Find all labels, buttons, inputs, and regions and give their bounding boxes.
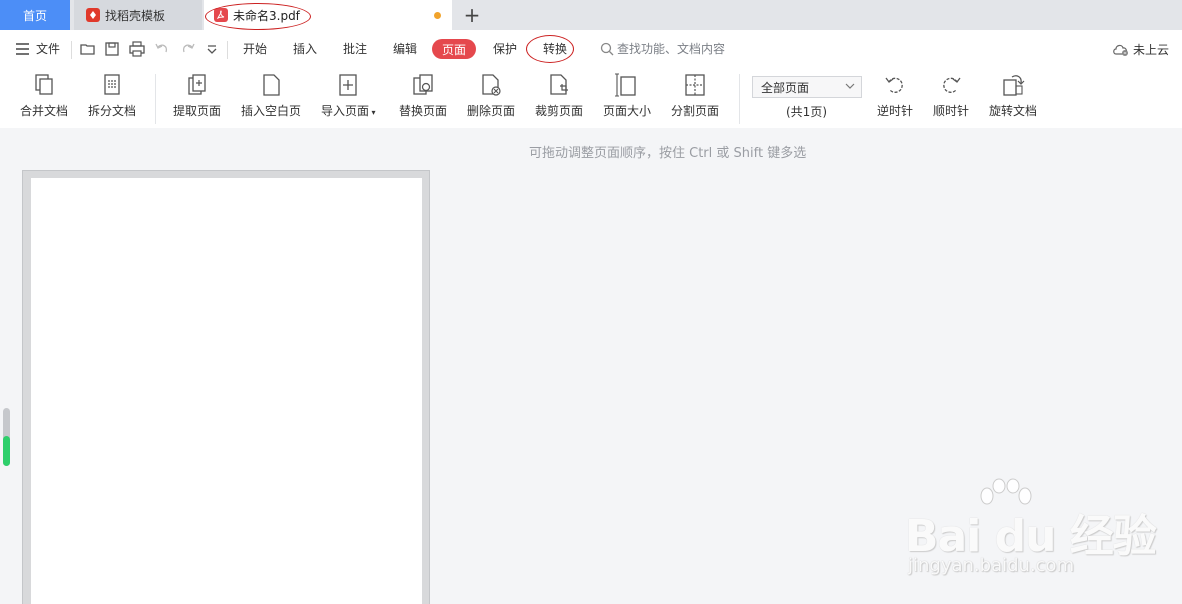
crop-page-icon <box>550 74 568 95</box>
tab-protect[interactable]: 保护 <box>493 40 517 57</box>
merge-document-button[interactable]: 合并文档 <box>20 72 68 124</box>
watermark-url: jingyan.baidu.com <box>908 555 1075 576</box>
tab-home-label: 首页 <box>22 8 47 23</box>
page-thumbnail[interactable] <box>31 178 422 604</box>
docer-logo-icon <box>86 8 100 22</box>
import-page-icon <box>339 74 357 96</box>
tab-insert[interactable]: 插入 <box>293 40 317 57</box>
menu-bar: 文件 开始 插入 批注 编辑 页面 保护 转换 查找功能、文档内容 未上云 <box>0 30 1182 68</box>
tab-bar: 首页 找稻壳模板 未命名3.pdf + <box>0 0 1182 30</box>
tab-template[interactable]: 找稻壳模板 <box>74 0 202 30</box>
extract-page-icon <box>188 74 206 95</box>
divider <box>739 74 740 124</box>
rotate-document-label: 旋转文档 <box>989 104 1038 118</box>
delete-page-icon <box>482 74 501 96</box>
tab-page-label: 页面 <box>441 42 466 57</box>
file-menu[interactable]: 文件 <box>36 40 60 57</box>
chevron-down-icon <box>845 83 855 89</box>
annotation-circle-convert <box>526 35 574 63</box>
page-range-value: 全部页面 <box>761 80 810 95</box>
cloud-status-label: 未上云 <box>1133 43 1170 57</box>
annotation-circle-tab <box>205 3 311 30</box>
undo-icon[interactable] <box>154 41 170 57</box>
page-count: (共1页) <box>786 105 827 119</box>
divider <box>227 41 228 59</box>
divider <box>71 41 72 59</box>
insert-blank-page-button[interactable]: 插入空白页 <box>241 72 301 124</box>
crop-page-label: 裁剪页面 <box>535 104 584 118</box>
hamburger-menu-icon[interactable] <box>15 42 31 58</box>
extract-page-label: 提取页面 <box>173 104 222 118</box>
chevron-down-icon[interactable] <box>206 41 222 57</box>
rotate-document-button[interactable]: 旋转文档 <box>989 72 1037 124</box>
replace-page-label: 替换页面 <box>399 104 448 118</box>
tab-edit[interactable]: 编辑 <box>393 40 417 57</box>
cloud-status[interactable]: 未上云 <box>1112 41 1169 58</box>
rotate-counterclockwise-label: 逆时针 <box>877 104 914 118</box>
insert-blank-page-label: 插入空白页 <box>241 104 302 118</box>
rotate-clockwise-label: 顺时针 <box>933 104 970 118</box>
extract-page-button[interactable]: 提取页面 <box>173 72 221 124</box>
replace-page-icon <box>413 74 433 95</box>
ribbon-toolbar: 合并文档 拆分文档 提取页面 插入空白页 导入页面 ▾ 替换页面 删除页面 裁剪… <box>0 68 1182 128</box>
rotate-left-icon <box>885 77 903 93</box>
split-page-button[interactable]: 分割页面 <box>671 72 719 124</box>
open-folder-icon[interactable] <box>80 41 96 57</box>
split-document-label: 拆分文档 <box>88 104 137 118</box>
blank-page-icon <box>263 74 280 96</box>
new-tab-button[interactable]: + <box>462 3 482 27</box>
unsaved-dot-icon <box>434 12 441 19</box>
split-page-icon <box>685 74 705 96</box>
merge-document-icon <box>35 74 53 95</box>
drag-hint: 可拖动调整页面顺序，按住 Ctrl 或 Shift 键多选 <box>529 146 807 161</box>
new-tab-label: + <box>463 3 481 27</box>
dropdown-arrow-icon: ▾ <box>369 108 376 117</box>
divider <box>155 74 156 124</box>
tab-page[interactable]: 页面 <box>432 39 476 59</box>
search-placeholder: 查找功能、文档内容 <box>617 42 726 56</box>
tab-start[interactable]: 开始 <box>243 40 267 57</box>
split-document-button[interactable]: 拆分文档 <box>88 72 136 124</box>
replace-page-button[interactable]: 替换页面 <box>399 72 447 124</box>
split-page-label: 分割页面 <box>671 104 720 118</box>
rotate-right-icon <box>943 77 961 93</box>
import-page-text: 导入页面 <box>321 104 370 118</box>
import-page-label: 导入页面 ▾ <box>321 102 376 119</box>
redo-icon[interactable] <box>180 41 196 57</box>
delete-page-label: 删除页面 <box>467 104 516 118</box>
cloud-icon <box>1113 44 1128 56</box>
tab-home[interactable]: 首页 <box>0 0 70 30</box>
page-range-select[interactable]: 全部页面 <box>752 76 862 98</box>
search-icon <box>600 42 614 55</box>
scrollbar-thumb[interactable] <box>3 436 10 466</box>
search-input[interactable]: 查找功能、文档内容 <box>600 40 725 57</box>
save-icon[interactable] <box>104 41 120 57</box>
page-size-icon <box>615 73 636 97</box>
split-document-icon <box>104 74 120 95</box>
print-icon[interactable] <box>129 41 145 57</box>
rotate-document-icon <box>1003 75 1025 96</box>
import-page-button[interactable]: 导入页面 ▾ <box>321 72 376 124</box>
delete-page-button[interactable]: 删除页面 <box>467 72 515 124</box>
crop-page-button[interactable]: 裁剪页面 <box>535 72 583 124</box>
page-size-button[interactable]: 页面大小 <box>603 72 651 124</box>
merge-document-label: 合并文档 <box>20 104 69 118</box>
tab-annotate[interactable]: 批注 <box>343 40 367 57</box>
rotate-clockwise-button[interactable]: 顺时针 <box>933 72 969 124</box>
page-size-label: 页面大小 <box>603 104 652 118</box>
tab-template-label: 找稻壳模板 <box>105 8 166 23</box>
rotate-counterclockwise-button[interactable]: 逆时针 <box>877 72 913 124</box>
